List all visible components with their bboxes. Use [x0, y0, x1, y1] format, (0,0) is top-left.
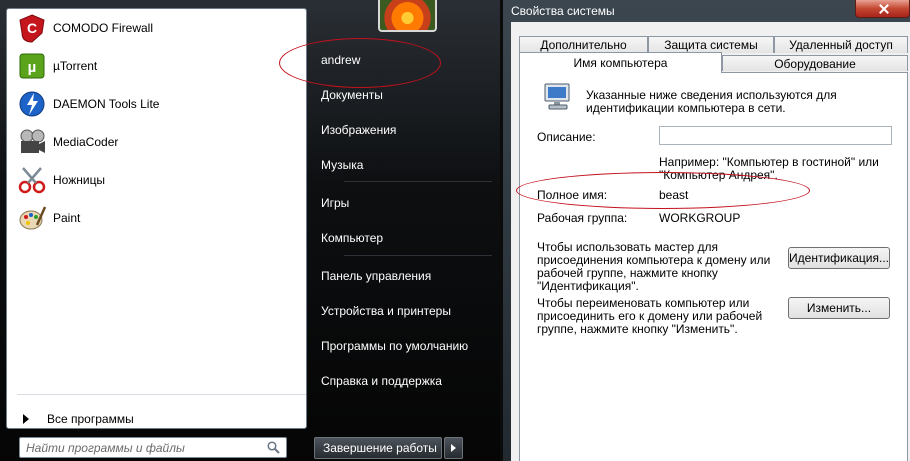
tab-remote-access[interactable]: Удаленный доступ [774, 36, 908, 53]
right-item-control-panel[interactable]: Панель управления [314, 263, 494, 289]
window-title: Свойства системы [511, 4, 615, 18]
program-label: Ножницы [53, 173, 106, 187]
program-item-comodo-firewall[interactable]: C COMODO Firewall [11, 11, 301, 45]
utorrent-icon: µ [19, 53, 45, 79]
workgroup-label: Рабочая группа: [537, 211, 628, 225]
arrow-right-icon [23, 414, 29, 424]
program-item-paint[interactable]: Paint [11, 201, 301, 235]
right-item-help-support[interactable]: Справка и поддержка [314, 368, 494, 394]
right-item-default-programs[interactable]: Программы по умолчанию [314, 333, 494, 359]
separator [17, 394, 306, 395]
right-item-devices-printers[interactable]: Устройства и принтеры [314, 298, 494, 324]
search-box[interactable] [19, 437, 287, 458]
shutdown-button[interactable]: Завершение работы [314, 437, 442, 459]
tab-hardware[interactable]: Оборудование [722, 55, 908, 71]
program-label: Paint [53, 211, 81, 225]
dialog-body: Дополнительно Защита системы Удаленный д… [511, 22, 910, 461]
program-label: µTorrent [53, 59, 98, 73]
all-programs-button[interactable]: Все программы [17, 409, 302, 429]
daemon-tools-icon [19, 91, 45, 117]
annotation-ellipse-user [279, 38, 441, 88]
program-item-utorrent[interactable]: µ µTorrent [11, 49, 301, 83]
right-item-pictures[interactable]: Изображения [314, 117, 494, 143]
search-input[interactable] [20, 438, 272, 457]
identify-button[interactable]: Идентификация... [788, 247, 890, 269]
tab-computer-name[interactable]: Имя компьютера [519, 52, 722, 73]
all-programs-label: Все программы [47, 412, 134, 426]
svg-text:C: C [27, 20, 37, 36]
computer-icon [544, 83, 570, 110]
separator [344, 255, 492, 256]
right-item-computer[interactable]: Компьютер [314, 225, 494, 251]
program-item-mediacoder[interactable]: MediaCoder [11, 125, 301, 159]
comodo-icon: C [19, 14, 45, 43]
programs-panel: C COMODO Firewall µ µTorrent DAEMON Tool… [6, 8, 307, 429]
annotation-ellipse-full-name [516, 172, 810, 209]
shutdown-options-button[interactable] [444, 437, 463, 459]
search-icon[interactable] [267, 441, 280, 454]
tab-advanced[interactable]: Дополнительно [519, 36, 648, 53]
program-label: DAEMON Tools Lite [53, 97, 160, 111]
program-label: COMODO Firewall [53, 21, 154, 35]
close-button[interactable] [855, 0, 910, 18]
system-properties-window: Свойства системы Дополнительно Защита си… [503, 0, 910, 461]
start-menu: C COMODO Firewall µ µTorrent DAEMON Tool… [0, 0, 500, 461]
change-button[interactable]: Изменить... [788, 297, 890, 319]
intro-text-line2: идентификации компьютера в сети. [586, 101, 786, 115]
tab-system-protection[interactable]: Защита системы [648, 36, 774, 53]
wizard-text-line4: "Идентификация". [537, 279, 639, 293]
right-item-games[interactable]: Игры [314, 190, 494, 216]
tab-pane-computer-name: Указанные ниже сведения используются для… [519, 72, 908, 461]
description-label: Описание: [537, 130, 596, 144]
program-label: MediaCoder [53, 135, 119, 149]
rename-text-line3: группе, нажмите кнопку "Изменить". [537, 322, 738, 336]
program-item-daemon-tools[interactable]: DAEMON Tools Lite [11, 87, 301, 121]
svg-text:µ: µ [28, 59, 37, 76]
description-input[interactable] [659, 126, 892, 145]
user-avatar[interactable] [378, 0, 437, 32]
right-item-music[interactable]: Музыка [314, 152, 494, 178]
workgroup-value: WORKGROUP [659, 211, 741, 225]
separator [344, 181, 492, 182]
scissors-icon [18, 167, 46, 194]
paint-icon [19, 206, 47, 230]
program-item-scissors[interactable]: Ножницы [11, 163, 301, 197]
mediacoder-icon [20, 129, 45, 153]
